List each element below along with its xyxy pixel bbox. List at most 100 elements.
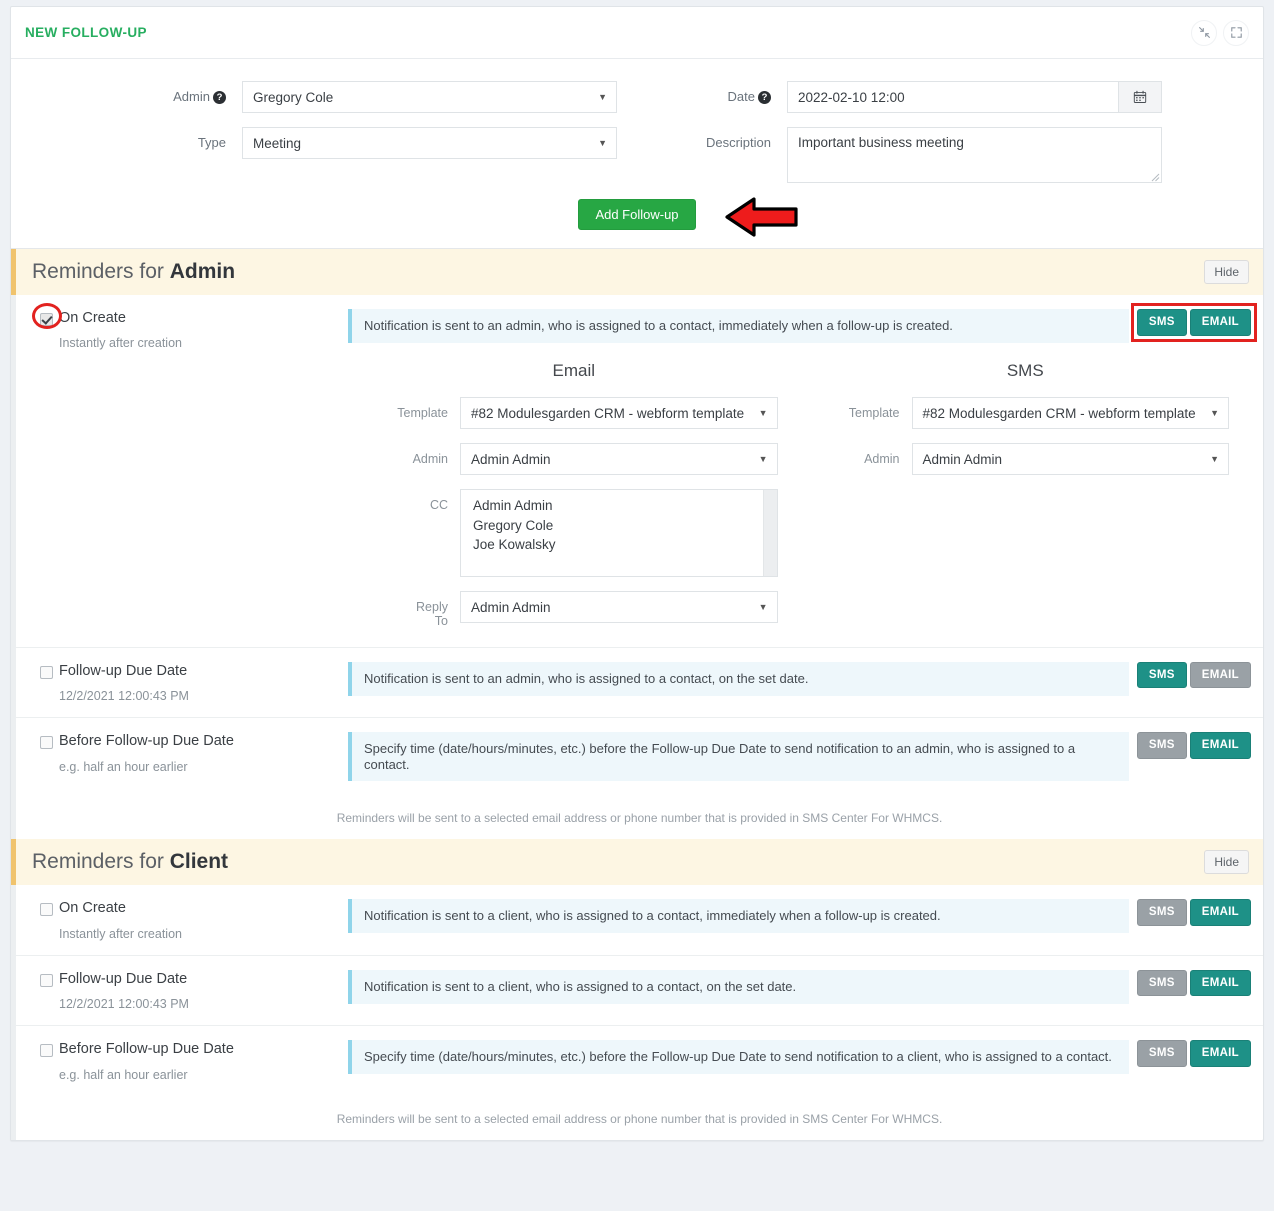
reminder-section: Reminders for Admin Hide On Create Insta… [11,249,1263,840]
reminder-row: Before Follow-up Due Date e.g. half an h… [16,1026,1263,1095]
reminder-section-header: Reminders for Admin Hide [11,249,1263,295]
collapse-arrows-icon[interactable] [1191,19,1217,46]
reminder-notice: Specify time (date/hours/minutes, etc.) … [348,732,1129,782]
sms-channel-heading: SMS [1006,361,1044,380]
channel-toggle-group: SMS EMAIL [1130,303,1257,342]
sms-toggle-button[interactable]: SMS [1136,899,1187,926]
admin-select-value: Gregory Cole [253,89,334,105]
reminder-row: On Create Instantly after creation Notif… [16,295,1263,648]
reminder-name: Before Follow-up Due Date [59,1041,234,1058]
cc-scrollbar[interactable] [762,490,777,576]
email-replyto-value: Admin Admin [471,599,551,615]
reminder-subtext: 12/2/2021 12:00:43 PM [59,689,189,704]
reminder-checkbox[interactable] [40,736,53,750]
sms-toggle-button[interactable]: SMS [1136,732,1187,759]
channel-toggle-group: SMS EMAIL [1136,661,1251,689]
cc-option[interactable]: Gregory Cole [473,516,777,536]
reminder-rows: On Create Instantly after creation Notif… [16,885,1263,1095]
sms-toggle-button[interactable]: SMS [1136,1040,1187,1067]
reminder-name: On Create [59,900,126,917]
email-replyto-select[interactable]: Admin Admin ▼ [460,591,778,623]
sms-template-value: #82 Modulesgarden CRM - webform template [922,405,1196,421]
type-field-label: Type [197,135,226,150]
cc-option[interactable]: Joe Kowalsky [473,535,777,555]
chevron-down-icon: ▼ [1210,408,1219,418]
chevron-down-icon: ▼ [758,454,768,464]
reminder-notice: Notification is sent to an admin, who is… [348,309,1129,343]
sms-toggle-button[interactable]: SMS [1136,309,1187,336]
email-admin-value: Admin Admin [471,451,551,467]
channel-settings: Email Template #82 Modulesgarden CRM - w… [348,343,1251,633]
email-toggle-button[interactable]: EMAIL [1189,899,1251,926]
hide-button[interactable]: Hide [1204,850,1249,875]
reminder-section-title-strong: Admin [169,260,236,283]
sms-admin-value: Admin Admin [922,451,1003,467]
reminder-row-left: Follow-up Due Date 12/2/2021 12:00:43 PM [28,970,348,1011]
annotation-arrow-icon [725,197,798,237]
expand-arrows-icon[interactable] [1223,19,1249,46]
channel-toggle-group: SMS EMAIL [1136,1040,1251,1067]
email-toggle-button[interactable]: EMAIL [1189,309,1251,336]
email-channel-heading: Email [552,361,595,380]
reminder-section-header: Reminders for Client Hide [11,839,1263,886]
help-icon[interactable]: ? [213,91,226,104]
sms-toggle-button[interactable]: SMS [1136,969,1187,997]
email-channel-panel: Email Template #82 Modulesgarden CRM - w… [348,355,800,629]
reminder-subtext: e.g. half an hour earlier [59,1067,188,1082]
page-title: NEW FOLLOW-UP [25,25,147,40]
reminder-row-right: Notification is sent to a client, who is… [348,899,1251,934]
description-textarea[interactable]: Important business meeting [787,127,1162,183]
type-select[interactable]: Meeting ▼ [242,127,617,159]
section-footnote: Reminders will be sent to a selected ema… [336,811,943,826]
sms-admin-select[interactable]: Admin Admin ▼ [911,443,1229,475]
email-toggle-button[interactable]: EMAIL [1189,732,1251,759]
sms-toggle-button[interactable]: SMS [1136,661,1187,689]
reminder-row-left: On Create Instantly after creation [28,899,348,941]
reminder-sections: Reminders for Admin Hide On Create Insta… [11,249,1263,1140]
email-toggle-button[interactable]: EMAIL [1189,969,1251,997]
reminder-row-left: On Create Instantly after creation [28,303,348,350]
add-followup-button[interactable]: Add Follow-up [578,199,696,230]
date-input[interactable]: 2022-02-10 12:00 [787,81,1118,113]
calendar-icon[interactable] [1118,81,1162,113]
sms-template-select[interactable]: #82 Modulesgarden CRM - webform template… [911,397,1229,429]
admin-label-text: Admin [173,89,210,104]
reminder-section-body: On Create Instantly after creation Notif… [11,885,1263,1140]
email-admin-select[interactable]: Admin Admin ▼ [460,443,778,475]
email-toggle-button[interactable]: EMAIL [1189,661,1251,689]
reminder-section-title: Reminders for Client [32,850,228,874]
email-template-value: #82 Modulesgarden CRM - webform template [471,405,745,421]
reminder-row: Follow-up Due Date 12/2/2021 12:00:43 PM… [16,956,1263,1027]
channel-toggle-group: SMS EMAIL [1136,899,1251,926]
reminder-row-left: Before Follow-up Due Date e.g. half an h… [28,1040,348,1082]
reminder-checkbox[interactable] [40,973,53,987]
new-followup-panel: NEW FOLLOW-UP Admin ? Gregory Cole ▼ Dat… [10,6,1264,1141]
hide-button[interactable]: Hide [1204,260,1249,284]
email-replyto-label: Reply To [352,591,448,629]
email-cc-label: CC [429,498,448,512]
reminder-checkbox[interactable] [40,1044,53,1058]
reminder-checkbox[interactable] [40,903,53,917]
reminder-subtext: Instantly after creation [59,926,182,941]
help-icon[interactable]: ? [758,91,771,104]
cc-option[interactable]: Admin Admin [473,496,777,516]
reminder-checkbox[interactable] [40,665,53,679]
reminder-row: Follow-up Due Date 12/2/2021 12:00:43 PM… [16,648,1263,719]
date-label-text: Date [727,89,755,104]
reminder-row: On Create Instantly after creation Notif… [16,885,1263,956]
panel-header-actions [1191,19,1249,46]
reminder-checkbox[interactable] [40,313,53,326]
reminder-name: Follow-up Due Date [59,662,188,679]
reminder-row-right: Notification is sent to an admin, who is… [348,661,1251,696]
description-field-label: Description [705,135,771,150]
chevron-down-icon: ▼ [598,138,607,148]
email-cc-multiselect[interactable]: Admin Admin Gregory Cole Joe Kowalsky [460,489,778,577]
email-admin-label: Admin [412,452,448,466]
chevron-down-icon: ▼ [758,602,768,612]
admin-select[interactable]: Gregory Cole ▼ [242,81,617,113]
sms-template-label: Template [848,406,900,420]
email-template-select[interactable]: #82 Modulesgarden CRM - webform template… [460,397,778,429]
reminder-row-right: Notification is sent to a client, who is… [348,969,1251,1004]
email-toggle-button[interactable]: EMAIL [1189,1040,1251,1067]
chevron-down-icon: ▼ [598,92,607,102]
